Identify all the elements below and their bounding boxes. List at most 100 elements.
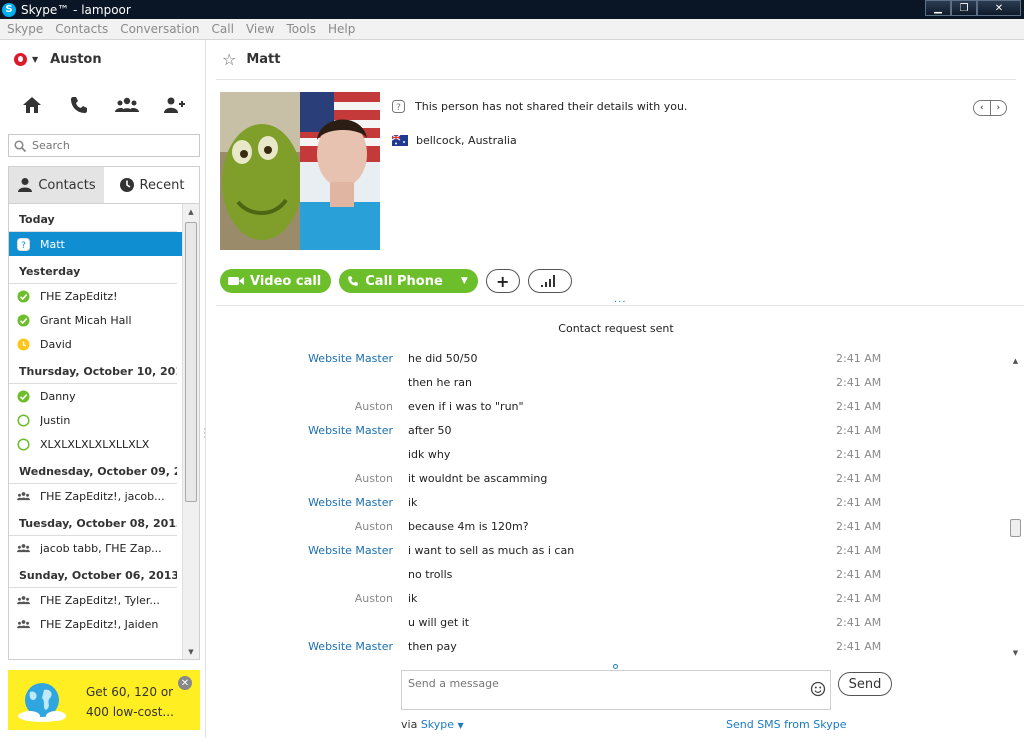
recent-contact-item[interactable]: jacob tabb, ΓΗΕ Zap... bbox=[9, 536, 183, 560]
status-dropdown-icon[interactable]: ▼ bbox=[32, 55, 38, 64]
recent-contact-item[interactable]: ? Matt bbox=[9, 232, 183, 256]
recent-contact-item[interactable]: ΓΗΕ ZapEditz!, jacob... bbox=[9, 484, 183, 508]
chat-scroll-down-arrow[interactable]: ▼ bbox=[1007, 645, 1024, 661]
chat-message[interactable]: no trolls 2:41 AM bbox=[216, 562, 1006, 586]
tab-contacts-label: Contacts bbox=[38, 177, 96, 193]
menu-view[interactable]: View bbox=[246, 22, 274, 36]
search-box[interactable] bbox=[8, 134, 200, 157]
message-input[interactable] bbox=[408, 677, 804, 705]
close-button[interactable]: ✕ bbox=[977, 0, 1021, 16]
message-compose-box[interactable] bbox=[401, 670, 831, 710]
recent-contact-item[interactable]: ΓΗΕ ZapEditz! bbox=[9, 284, 183, 308]
emoticon-icon[interactable] bbox=[810, 681, 826, 697]
message-sender[interactable]: Website Master bbox=[216, 544, 393, 557]
promo-line-2: 400 low-cost... bbox=[86, 705, 174, 719]
chat-message[interactable]: Website Master then pay 2:41 AM bbox=[216, 634, 1006, 658]
pager-prev-button[interactable]: ‹ bbox=[974, 101, 991, 115]
plus-icon: + bbox=[496, 271, 510, 291]
menu-conversation[interactable]: Conversation bbox=[120, 22, 199, 36]
scroll-thumb[interactable] bbox=[185, 222, 197, 502]
message-sender[interactable]: Auston bbox=[216, 592, 393, 605]
message-sender[interactable]: Website Master bbox=[216, 640, 393, 653]
recent-contact-item[interactable]: ΓΗΕ ZapEditz!, Tyler... bbox=[9, 588, 183, 612]
message-text: ik bbox=[408, 591, 418, 605]
typing-indicator bbox=[613, 664, 618, 669]
recent-list[interactable]: Today? Matt Yesterday ΓΗΕ ZapEditz! Grant Mi… bbox=[8, 204, 200, 660]
expand-profile-handle[interactable]: ... bbox=[614, 294, 627, 305]
scroll-down-arrow[interactable]: ▼ bbox=[183, 644, 199, 659]
group-icon[interactable] bbox=[114, 92, 140, 118]
via-skype-link[interactable]: Skype bbox=[421, 718, 454, 731]
menu-skype[interactable]: Skype bbox=[7, 22, 43, 36]
chat-scroll-thumb[interactable] bbox=[1010, 519, 1021, 537]
favorite-star-icon[interactable]: ☆ bbox=[222, 50, 236, 69]
chat-message[interactable]: Auston even if i was to "run" 2:41 AM bbox=[216, 394, 1006, 418]
chat-message[interactable]: Auston because 4m is 120m? 2:41 AM bbox=[216, 514, 1006, 538]
recent-list-scrollbar[interactable]: ▲ ▼ bbox=[182, 204, 199, 659]
call-quality-button[interactable] bbox=[527, 269, 572, 293]
message-timestamp: 2:41 AM bbox=[836, 399, 882, 413]
menu-tools[interactable]: Tools bbox=[286, 22, 316, 36]
call-phone-button[interactable]: Call Phone ▼ bbox=[339, 269, 478, 293]
promo-banner[interactable]: Get 60, 120 or 400 low-cost... ✕ bbox=[8, 670, 200, 730]
send-sms-link[interactable]: Send SMS from Skype bbox=[726, 718, 846, 731]
message-text: then he ran bbox=[408, 375, 472, 389]
recent-contact-name: ΓΗΕ ZapEditz!, Jaiden bbox=[40, 617, 159, 631]
home-icon[interactable] bbox=[19, 92, 45, 118]
chat-message[interactable]: Auston ik 2:41 AM bbox=[216, 586, 1006, 610]
send-button[interactable]: Send bbox=[838, 672, 892, 696]
message-text: u will get it bbox=[408, 615, 470, 629]
chat-message[interactable]: Website Master he did 50/50 2:41 AM bbox=[216, 346, 1006, 370]
menu-contacts[interactable]: Contacts bbox=[55, 22, 108, 36]
chat-message[interactable]: u will get it 2:41 AM bbox=[216, 610, 1006, 634]
chat-message[interactable]: Auston it wouldnt be ascamming 2:41 AM bbox=[216, 466, 1006, 490]
location-row: bellcock, Australia bbox=[392, 134, 517, 147]
chat-message[interactable]: idk why 2:41 AM bbox=[216, 442, 1006, 466]
menu-call[interactable]: Call bbox=[212, 22, 234, 36]
chat-message[interactable]: Website Master i want to sell as much as … bbox=[216, 538, 1006, 562]
current-user-name[interactable]: Auston bbox=[50, 52, 101, 67]
search-input[interactable] bbox=[32, 139, 192, 152]
menu-help[interactable]: Help bbox=[328, 22, 355, 36]
pager-next-button[interactable]: › bbox=[991, 101, 1007, 115]
tab-recent[interactable]: Recent bbox=[104, 167, 199, 203]
chat-scroll-up-arrow[interactable]: ▲ bbox=[1007, 353, 1024, 369]
chat-message[interactable]: then he ran 2:41 AM bbox=[216, 370, 1006, 394]
add-contact-icon[interactable] bbox=[161, 92, 187, 118]
conversation-header: ☆ Matt bbox=[216, 40, 1016, 80]
message-sender[interactable]: Website Master bbox=[216, 496, 393, 509]
panel-splitter-handle[interactable]: · · · bbox=[203, 426, 206, 443]
message-history[interactable]: Website Master he did 50/50 2:41 AM then he… bbox=[216, 346, 1006, 662]
presence-status-icon[interactable] bbox=[14, 53, 27, 66]
recent-contact-item[interactable]: Justin bbox=[9, 408, 183, 432]
chat-message[interactable]: Website Master ik 2:41 AM bbox=[216, 490, 1006, 514]
chat-message[interactable]: Website Master after 50 2:41 AM bbox=[216, 418, 1006, 442]
via-dropdown-icon[interactable]: ▼ bbox=[458, 721, 464, 730]
video-call-button[interactable]: Video call bbox=[220, 269, 332, 293]
skype-logo-icon: S bbox=[2, 2, 16, 17]
message-sender[interactable]: Auston bbox=[216, 520, 393, 533]
recent-group-header: Tuesday, October 08, 2013 bbox=[9, 508, 177, 536]
minimize-button[interactable]: ▁ bbox=[925, 0, 951, 16]
maximize-button[interactable]: ❐ bbox=[951, 0, 977, 16]
message-sender[interactable]: Auston bbox=[216, 400, 393, 413]
message-sender[interactable]: Website Master bbox=[216, 352, 393, 365]
recent-contact-item[interactable]: XLXLXLXLXLXLLXLX bbox=[9, 432, 183, 456]
offline-green-status-icon bbox=[17, 437, 30, 451]
message-sender[interactable]: Auston bbox=[216, 472, 393, 485]
recent-contact-item[interactable]: Danny bbox=[9, 384, 183, 408]
message-sender[interactable]: Website Master bbox=[216, 424, 393, 437]
promo-close-icon[interactable]: ✕ bbox=[178, 676, 192, 690]
tab-recent-label: Recent bbox=[139, 177, 185, 193]
user-status-row[interactable]: ▼ Auston bbox=[14, 52, 102, 67]
scroll-up-arrow[interactable]: ▲ bbox=[183, 204, 199, 220]
recent-contact-item[interactable]: David bbox=[9, 332, 183, 356]
call-phone-dropdown-icon[interactable]: ▼ bbox=[453, 276, 468, 286]
recent-contact-name: XLXLXLXLXLXLLXLX bbox=[40, 437, 150, 451]
recent-contact-item[interactable]: Grant Micah Hall bbox=[9, 308, 183, 332]
tab-contacts[interactable]: Contacts bbox=[9, 167, 104, 203]
add-people-button[interactable]: + bbox=[485, 269, 520, 293]
recent-contact-item[interactable]: ΓΗΕ ZapEditz!, Jaiden bbox=[9, 612, 183, 636]
chat-scrollbar[interactable]: ▲ ▼ bbox=[1007, 353, 1024, 661]
phone-icon[interactable] bbox=[66, 92, 92, 118]
